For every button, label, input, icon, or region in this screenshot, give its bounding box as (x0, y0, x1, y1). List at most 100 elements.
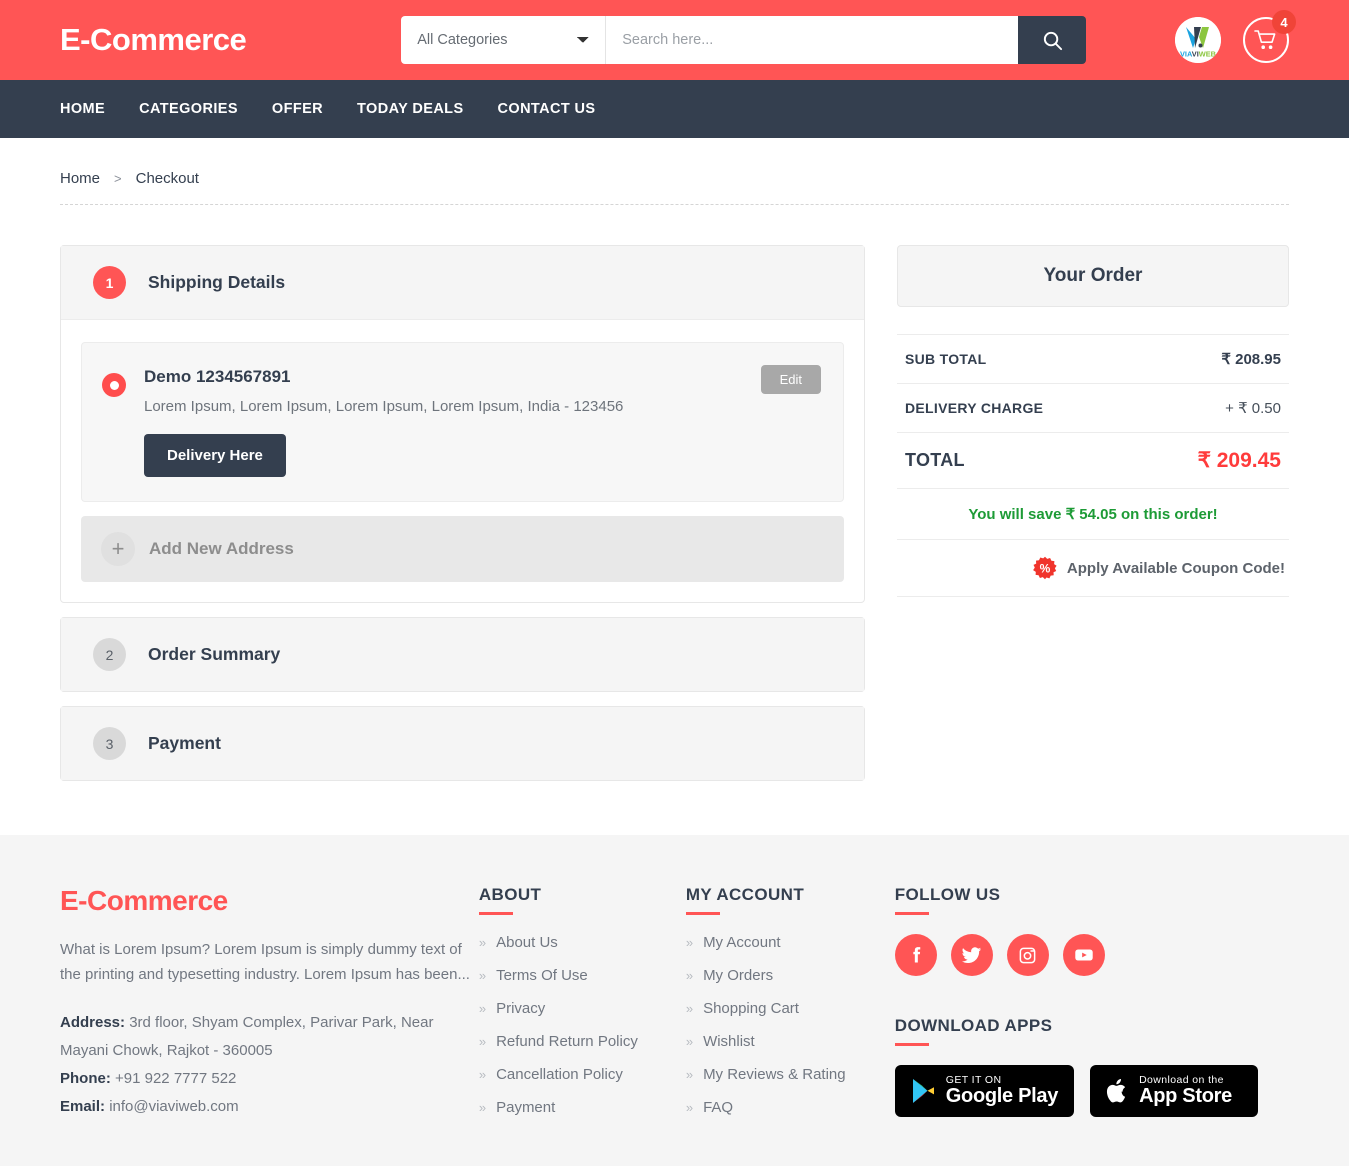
step-order-summary[interactable]: 2 Order Summary (60, 617, 865, 692)
edit-address-button[interactable]: Edit (760, 365, 821, 394)
step-shipping-details: 1 Shipping Details Edit Demo 1234567891 … (60, 245, 865, 603)
footer-link-about-us[interactable]: » About Us (479, 934, 686, 951)
order-panel-title: Your Order (897, 245, 1289, 307)
footer-about-company: E-Commerce What is Lorem Ipsum? Lorem Ip… (60, 885, 479, 1132)
apply-coupon-button[interactable]: % Apply Available Coupon Code! (897, 539, 1289, 597)
delivery-charge-value: + ₹ 0.50 (1225, 400, 1281, 417)
footer-phone-value: +91 922 7777 522 (115, 1070, 237, 1087)
chevron-right-icon: » (685, 968, 694, 983)
footer-link-terms-of-use[interactable]: » Terms Of Use (479, 967, 686, 984)
footer-link-refund-return-policy[interactable]: » Refund Return Policy (479, 1033, 686, 1050)
chevron-right-icon: » (685, 935, 694, 950)
nav-item-today-deals[interactable]: TODAY DEALS (357, 101, 463, 117)
cart-button[interactable]: 4 (1243, 10, 1296, 63)
delivery-here-button[interactable]: Delivery Here (144, 434, 286, 477)
footer-address-label: Address: (60, 1014, 126, 1031)
footer-email-line: Email: info@viaviweb.com (60, 1093, 479, 1121)
footer-link-label: My Orders (703, 967, 774, 984)
footer-account-links: MY ACCOUNT » My Account » My Orders » Shopp… (685, 885, 895, 1132)
address-radio[interactable] (102, 373, 126, 397)
footer-link-label: Refund Return Policy (496, 1033, 638, 1050)
total-value: ₹ 209.45 (1197, 449, 1281, 472)
nav-item-contact-us[interactable]: CONTACT US (498, 101, 596, 117)
step-shipping-body: Edit Demo 1234567891 Lorem Ipsum, Lorem … (61, 320, 864, 602)
viaviweb-logo-icon[interactable]: VIAVIWEB (1175, 17, 1221, 63)
youtube-icon[interactable] (1062, 934, 1105, 976)
footer-link-cancellation-policy[interactable]: » Cancellation Policy (479, 1066, 686, 1083)
chevron-right-icon: » (478, 1001, 487, 1016)
footer-link-my-reviews-rating[interactable]: » My Reviews & Rating (686, 1066, 895, 1083)
chevron-right-icon: » (478, 935, 487, 950)
step-title-payment: Payment (148, 733, 221, 753)
checkout-steps-column: 1 Shipping Details Edit Demo 1234567891 … (60, 245, 865, 795)
step-shipping-header[interactable]: 1 Shipping Details (61, 246, 864, 320)
step-payment[interactable]: 3 Payment (60, 706, 865, 781)
breadcrumb-section: Home > Checkout (0, 138, 1349, 205)
step-payment-header[interactable]: 3 Payment (61, 707, 864, 780)
chevron-right-icon: » (685, 1001, 694, 1016)
facebook-glyph (913, 947, 921, 963)
cart-count-badge: 4 (1272, 10, 1296, 34)
footer-link-label: Cancellation Policy (496, 1066, 623, 1083)
search-bar: All Categories (401, 16, 1087, 64)
search-button[interactable] (1018, 16, 1087, 64)
subtotal-label: SUB TOTAL (905, 351, 987, 367)
chevron-right-icon: » (685, 1034, 694, 1049)
footer-link-my-orders[interactable]: » My Orders (686, 967, 895, 984)
checkout-main: 1 Shipping Details Edit Demo 1234567891 … (0, 205, 1349, 795)
nav-item-categories[interactable]: CATEGORIES (139, 101, 238, 117)
chevron-right-icon: » (478, 1100, 487, 1115)
step-order-summary-header[interactable]: 2 Order Summary (61, 618, 864, 691)
chevron-right-icon: » (685, 1067, 694, 1082)
cart-icon (1254, 30, 1276, 49)
footer-link-wishlist[interactable]: » Wishlist (686, 1033, 895, 1050)
order-rows: SUB TOTAL ₹ 208.95 DELIVERY CHARGE + ₹ 0… (897, 334, 1289, 597)
add-new-address-button[interactable]: + Add New Address (81, 516, 844, 582)
facebook-icon[interactable] (894, 934, 937, 976)
address-name: Demo 1234567891 (144, 367, 291, 386)
google-play-button[interactable]: GET IT ON Google Play (894, 1065, 1075, 1118)
step-title-order-summary: Order Summary (148, 644, 281, 664)
step-number-3: 3 (93, 727, 126, 760)
step-title-shipping: Shipping Details (148, 272, 286, 292)
nav-item-home[interactable]: HOME (60, 101, 105, 117)
search-icon (1043, 31, 1062, 50)
footer-link-my-account[interactable]: » My Account (686, 934, 895, 951)
category-select[interactable]: All Categories (401, 16, 607, 64)
breadcrumb-separator-icon: > (114, 171, 122, 186)
chevron-right-icon: » (478, 968, 487, 983)
footer-link-privacy[interactable]: » Privacy (479, 1000, 686, 1017)
breadcrumb-home[interactable]: Home (60, 170, 100, 187)
plus-icon: + (101, 532, 135, 566)
social-links (894, 934, 1289, 976)
viaviweb-mark: VIAVIWEB (1175, 17, 1221, 63)
footer-link-label: About Us (496, 934, 558, 951)
add-new-address-label: Add New Address (149, 539, 294, 558)
delivery-charge-label: DELIVERY CHARGE (905, 400, 1044, 416)
order-row-total: TOTAL ₹ 209.45 (897, 432, 1289, 488)
step-number-2: 2 (93, 638, 126, 671)
chevron-right-icon: » (478, 1067, 487, 1082)
app-store-button[interactable]: Download on the App Store (1090, 1065, 1259, 1118)
footer-my-account-title: MY ACCOUNT (685, 885, 895, 915)
search-input[interactable] (606, 16, 1019, 64)
footer-link-payment[interactable]: » Payment (479, 1099, 686, 1116)
footer-link-faq[interactable]: » FAQ (686, 1099, 895, 1116)
chevron-right-icon: » (478, 1034, 487, 1049)
chevron-right-icon: » (685, 1100, 694, 1115)
footer-logo: E-Commerce (60, 885, 228, 916)
twitter-icon[interactable] (950, 934, 993, 976)
instagram-glyph (1019, 947, 1036, 963)
site-logo[interactable]: E-Commerce (60, 22, 247, 58)
footer-link-shopping-cart[interactable]: » Shopping Cart (686, 1000, 895, 1017)
subtotal-value: ₹ 208.95 (1221, 351, 1281, 368)
footer-description: What is Lorem Ipsum? Lorem Ipsum is simp… (60, 941, 470, 983)
instagram-icon[interactable] (1006, 934, 1049, 976)
total-label: TOTAL (905, 450, 965, 470)
nav-item-offer[interactable]: OFFER (272, 101, 323, 117)
footer-link-label: Privacy (496, 1000, 546, 1017)
app-store-big-label: App Store (1139, 1085, 1232, 1108)
order-row-delivery-charge: DELIVERY CHARGE + ₹ 0.50 (897, 383, 1289, 432)
footer-about-links: ABOUT » About Us » Terms Of Use » Privacy »… (478, 885, 686, 1132)
copyright-bar: Copyright © 2021 Viaviweb.com. All Right… (0, 1166, 1349, 1174)
